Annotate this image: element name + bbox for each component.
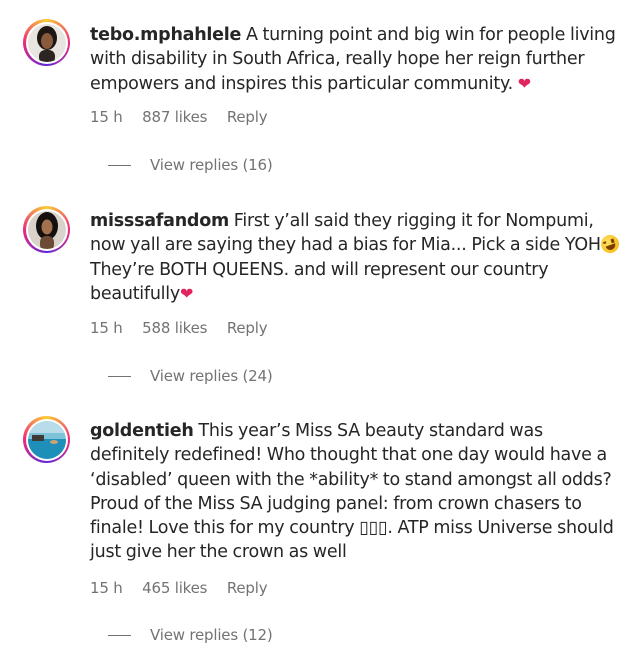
laughing-emoji-icon [598, 232, 622, 256]
avatar[interactable] [23, 206, 70, 253]
view-replies-button[interactable]: View replies (16) [108, 156, 273, 174]
comment-body: misssafandom First y’all said they riggi… [90, 209, 625, 306]
view-replies-label: View replies (12) [150, 626, 273, 644]
comment-likes[interactable]: 588 likes [142, 319, 207, 337]
divider [108, 375, 131, 377]
comment-likes[interactable]: 465 likes [142, 579, 207, 597]
reply-button[interactable]: Reply [227, 108, 268, 126]
heart-icon: ❤ [517, 73, 531, 93]
view-replies-button[interactable]: View replies (12) [108, 626, 273, 644]
comment-meta: 15 h 887 likes Reply [90, 108, 282, 126]
view-replies-button[interactable]: View replies (24) [108, 367, 273, 385]
comment-text-continued: They’re BOTH QUEENS. and will represent … [90, 259, 549, 304]
comment-time: 15 h [90, 579, 123, 597]
avatar[interactable] [23, 416, 70, 463]
comment-meta: 15 h 465 likes Reply [90, 579, 282, 597]
view-replies-label: View replies (16) [150, 156, 273, 174]
comment-body: goldentieh This year’s Miss SA beauty st… [90, 419, 625, 565]
comment-username[interactable]: misssafandom [90, 211, 229, 231]
comment-time: 15 h [90, 108, 123, 126]
view-replies-label: View replies (24) [150, 367, 273, 385]
comment-username[interactable]: tebo.mphahlele [90, 25, 241, 45]
comment-meta: 15 h 588 likes Reply [90, 319, 282, 337]
comment-time: 15 h [90, 319, 123, 337]
reply-button[interactable]: Reply [227, 319, 268, 337]
heart-icon: ❤ [180, 283, 194, 303]
comment-likes[interactable]: 887 likes [142, 108, 207, 126]
comment-username[interactable]: goldentieh [90, 421, 194, 441]
reply-button[interactable]: Reply [227, 579, 268, 597]
avatar[interactable] [23, 19, 70, 66]
comment-text: This year’s Miss SA beauty standard was … [90, 421, 614, 563]
comment-body: tebo.mphahlele A turning point and big w… [90, 23, 625, 96]
divider [108, 634, 131, 636]
divider [108, 164, 131, 166]
